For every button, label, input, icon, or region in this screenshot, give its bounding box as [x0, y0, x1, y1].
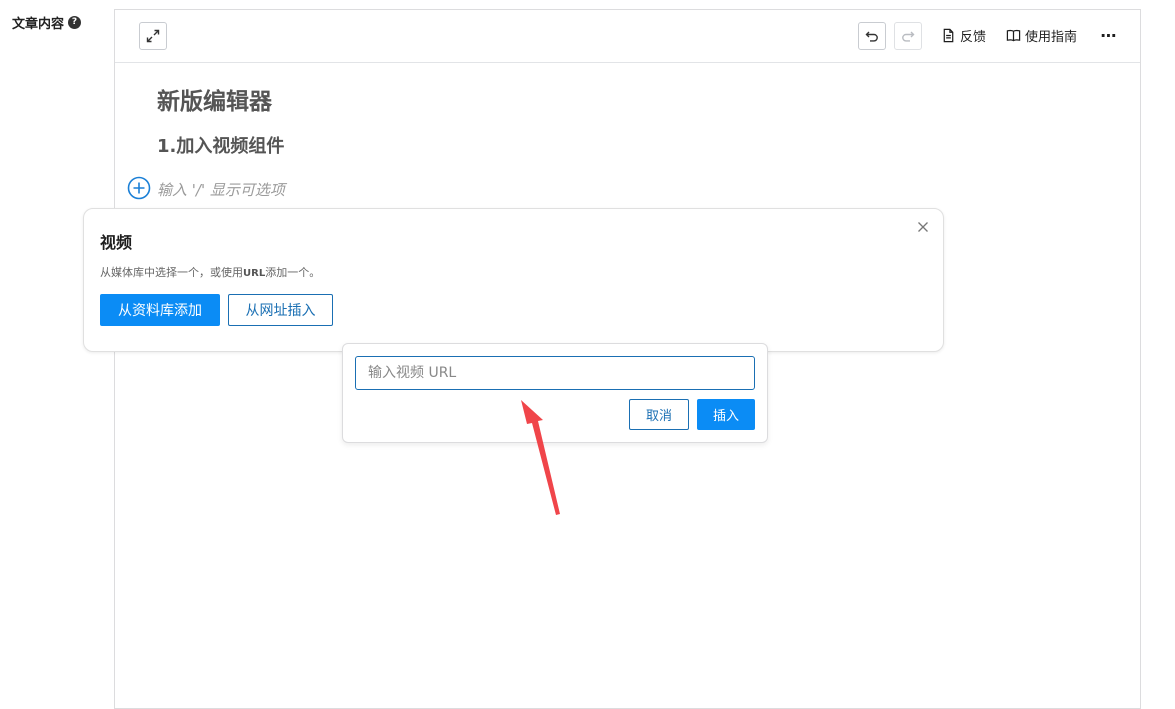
field-label: 文章内容 ?	[12, 13, 82, 32]
guide-link[interactable]: 使用指南	[1006, 26, 1077, 45]
more-icon: ⋯	[1100, 25, 1118, 45]
close-icon[interactable]	[915, 219, 931, 235]
field-label-text: 文章内容	[12, 17, 65, 32]
editor-toolbar: 反馈 使用指南 ⋯	[115, 10, 1140, 63]
video-block-description: 从媒体库中选择一个，或使用URL添加一个。	[100, 264, 320, 280]
redo-button[interactable]	[894, 22, 922, 50]
video-block-title: 视频	[100, 233, 133, 252]
book-icon	[1006, 29, 1021, 42]
desc-text-url: URL	[243, 268, 266, 279]
insert-from-url-button[interactable]: 从网址插入	[228, 294, 333, 326]
add-from-library-button[interactable]: 从资料库添加	[100, 294, 220, 326]
desc-text-before: 从媒体库中选择一个，或使用	[100, 266, 243, 279]
desc-text-after: 添加一个。	[265, 266, 321, 279]
heading-2[interactable]: 1.加入视频组件	[157, 132, 284, 158]
document-icon	[943, 28, 954, 43]
empty-paragraph-placeholder[interactable]: 输入 '/' 显示可选项	[157, 179, 285, 200]
more-options-button[interactable]: ⋯	[1099, 25, 1119, 45]
fullscreen-button[interactable]	[139, 22, 167, 50]
undo-button[interactable]	[858, 22, 886, 50]
heading-1[interactable]: 新版编辑器	[157, 82, 272, 116]
add-block-icon[interactable]	[127, 176, 151, 200]
question-circle-icon[interactable]: ?	[68, 16, 82, 29]
guide-label: 使用指南	[1025, 30, 1078, 45]
redo-icon	[902, 31, 915, 42]
url-insert-popover: 取消 插入	[342, 343, 768, 443]
feedback-label: 反馈	[960, 30, 987, 45]
insert-button[interactable]: 插入	[697, 399, 755, 430]
undo-icon	[865, 31, 878, 42]
cancel-button[interactable]: 取消	[629, 399, 689, 430]
video-url-input[interactable]	[355, 356, 755, 390]
expand-icon	[146, 29, 160, 43]
feedback-link[interactable]: 反馈	[941, 26, 986, 45]
video-block-placeholder: 视频 从媒体库中选择一个，或使用URL添加一个。 从资料库添加 从网址插入	[83, 208, 944, 352]
